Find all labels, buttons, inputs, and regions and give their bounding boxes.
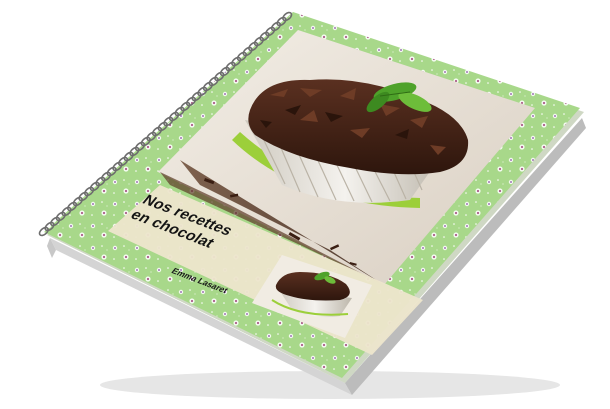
product-mockup: Nos recettes en chocolat Emma Lasaret	[0, 0, 610, 409]
cookbook-illustration	[38, 11, 586, 399]
